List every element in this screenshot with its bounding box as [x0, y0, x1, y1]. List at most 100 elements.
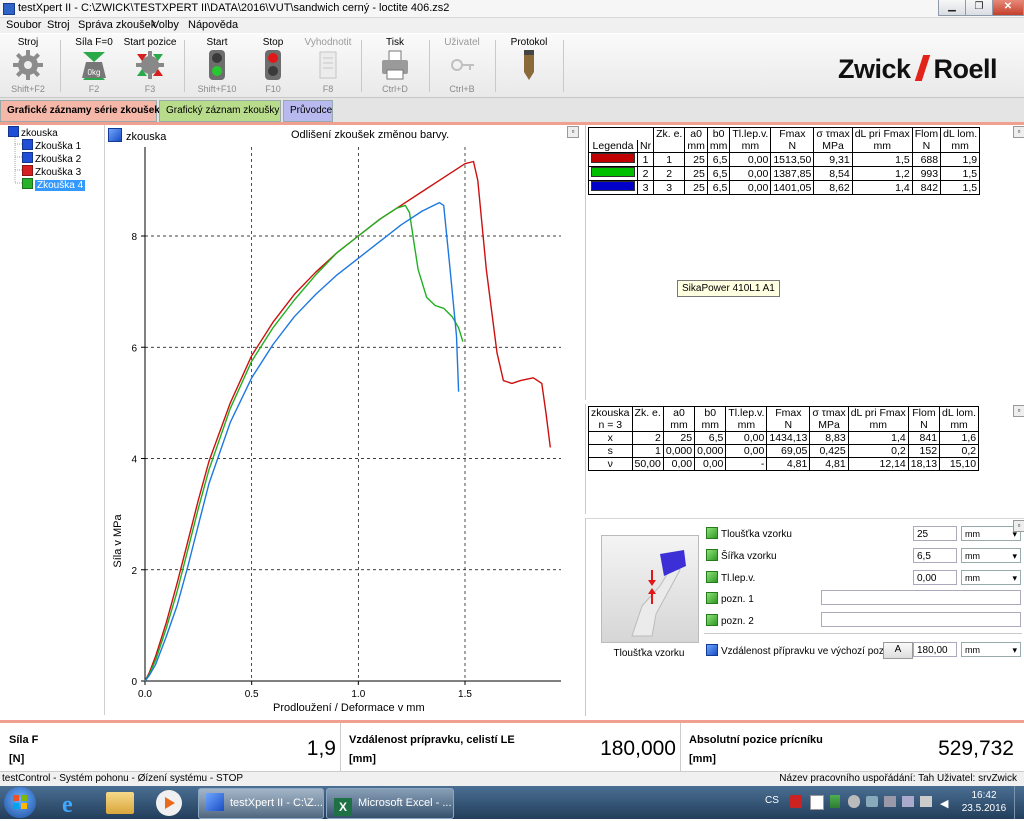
stats-cell: 2: [631, 431, 664, 445]
restore-button[interactable]: ❐: [965, 0, 993, 16]
readout-value: 180,000: [600, 737, 676, 760]
adhesive-thickness-unit-select[interactable]: mm: [961, 570, 1021, 585]
tree-item-test-2[interactable]: Zkouška 2: [22, 152, 81, 165]
results-cell: 3: [653, 180, 686, 195]
logo-slash: [914, 55, 930, 81]
thickness-unit-select[interactable]: mm: [961, 526, 1021, 541]
results-row[interactable]: 3 3 25 6,5 0,00 1401,05 8,62 1,4 842 1,5: [588, 180, 981, 195]
antivirus-tray-icon[interactable]: [790, 795, 802, 808]
toolbar-user-button[interactable]: Uživatel Ctrl+B: [432, 34, 492, 96]
taskbar-item-testxpert[interactable]: testXpert II - C:\Z...: [198, 788, 324, 819]
results-row[interactable]: 2 2 25 6,5 0,00 1387,85 8,54 1,2 993 1,5: [588, 166, 981, 181]
parameter-cube-icon: [706, 614, 718, 626]
width-input[interactable]: 6,5: [913, 548, 957, 563]
start-button[interactable]: [4, 787, 36, 818]
menu-soubor[interactable]: Soubor: [6, 19, 41, 31]
apply-distance-button[interactable]: A: [883, 642, 913, 659]
toolbar-force-zero-button[interactable]: Síla F=0 0kg F2: [64, 34, 124, 96]
results-header-cell: [588, 127, 638, 140]
stats-cell: 0,00: [725, 444, 768, 458]
stats-unit-cell: mm: [694, 419, 727, 432]
window-title: testXpert II - C:\ZWICK\TESTXPERT II\DAT…: [18, 2, 450, 14]
results-cell: 2: [636, 166, 655, 181]
toolbar-separator: [563, 40, 564, 92]
parameter-cube-icon: [706, 549, 718, 561]
note-1-input[interactable]: [821, 590, 1021, 605]
display-tray-icon[interactable]: [866, 796, 878, 807]
stats-unit-cell: mm: [662, 419, 696, 432]
toolbar-evaluate-button[interactable]: Vyhodnotit F8: [298, 34, 358, 96]
results-unit-cell: MPa: [813, 140, 853, 153]
force-deformation-chart[interactable]: 0.0 0.5 1.0 1.5 0 2 4 6 8: [105, 125, 581, 717]
clock-time[interactable]: 16:42: [964, 790, 1004, 801]
thickness-input[interactable]: 25: [913, 526, 957, 541]
minimize-button[interactable]: ▁: [938, 0, 966, 16]
stats-row: x 2 25 6,5 0,00 1434,13 8,83 1,4 841 1,6: [588, 431, 980, 445]
show-desktop-button[interactable]: [1014, 786, 1024, 819]
toolbar-start-button[interactable]: Start Shift+F10: [187, 34, 247, 96]
menu-napoveda[interactable]: Nápověda: [188, 19, 238, 31]
results-cell: 993: [911, 166, 942, 181]
stats-cell: 0,000: [694, 444, 727, 458]
tab-series-graphs[interactable]: Grafické záznamy série zkoušek: [0, 100, 160, 122]
tab-wizard[interactable]: Průvodce: [283, 100, 333, 122]
tab-single-graph[interactable]: Grafický záznam zkoušky: [159, 100, 281, 122]
internet-explorer-icon[interactable]: e: [56, 789, 86, 818]
panel-options-button[interactable]: ▫: [1013, 520, 1024, 532]
x-axis-label: Prodloužení / Deformace v mm: [273, 702, 425, 714]
param-label: pozn. 1: [721, 594, 754, 605]
weight-zero-icon: 0kg: [82, 52, 106, 80]
tree-item-test-4[interactable]: Zkouška 4: [22, 178, 86, 191]
stats-cell: 152: [907, 444, 941, 458]
legend-cell: [588, 152, 638, 167]
flag-tray-icon[interactable]: [810, 795, 824, 810]
printer-icon: [382, 50, 408, 80]
language-indicator[interactable]: CS: [765, 795, 779, 806]
network-tray-icon[interactable]: [884, 796, 896, 807]
width-unit-select[interactable]: mm: [961, 548, 1021, 563]
adhesive-thickness-input[interactable]: 0,00: [913, 570, 957, 585]
toolbar-print-button[interactable]: Tisk Ctrl+D: [365, 34, 425, 96]
results-cell: 842: [911, 180, 942, 195]
fixture-distance-input[interactable]: 180,00: [913, 642, 957, 657]
panel-options-button[interactable]: ▫: [567, 126, 579, 138]
tree-item-test-3[interactable]: Zkouška 3: [22, 165, 81, 178]
toolbar-machine-button[interactable]: Stroj Shift+F2: [0, 34, 58, 96]
stats-unit-cell: mm: [847, 419, 909, 432]
panel-options-button[interactable]: ▫: [1013, 405, 1024, 417]
power-tray-icon[interactable]: [920, 796, 932, 807]
media-player-icon[interactable]: [156, 790, 182, 816]
toolbar-start-position-button[interactable]: Start pozice F3: [120, 34, 180, 96]
taskbar-item-excel[interactable]: X Microsoft Excel - ...: [326, 788, 454, 819]
readout-unit: [mm]: [349, 753, 376, 765]
graph-panel: 0.0 0.5 1.0 1.5 0 2 4 6 8 zkouska Odlišení zkouš…: [105, 125, 581, 717]
tree-item-test-1[interactable]: Zkouška 1: [22, 139, 81, 152]
tab-label: Grafické záznamy série zkoušek: [7, 105, 160, 116]
stats-cell: 841: [907, 431, 941, 445]
menu-volby[interactable]: Volby: [152, 19, 179, 31]
fixture-distance-unit-select[interactable]: mm: [961, 642, 1021, 657]
chart-grid: [145, 147, 561, 681]
toolbar-stop-button[interactable]: Stop F10: [243, 34, 303, 96]
stats-unit-cell: [631, 419, 664, 432]
monitor-tray-icon[interactable]: [902, 796, 914, 807]
clock-date[interactable]: 23.5.2016: [958, 803, 1010, 814]
results-row[interactable]: 1 1 25 6,5 0,00 1513,50 9,31 1,5 688 1,9: [588, 152, 981, 167]
arrows-tray-icon[interactable]: [830, 795, 840, 808]
param-label-fixture-distance: Vzdálenost přípravku ve výchozí pozici: [706, 644, 893, 657]
volume-icon[interactable]: ◀: [940, 797, 948, 810]
logo-text-right: Roell: [933, 54, 998, 84]
usb-tray-icon[interactable]: [848, 795, 860, 808]
file-explorer-icon[interactable]: [106, 792, 134, 814]
stats-unit-cell: N: [766, 419, 811, 432]
toolbar-protocol-button[interactable]: Protokol: [499, 34, 559, 96]
menu-sprava-zkousek[interactable]: Správa zkoušek: [78, 19, 156, 31]
close-button[interactable]: ✕: [992, 0, 1024, 16]
toolbar-shortcut: F8: [322, 84, 334, 94]
note-2-input[interactable]: [821, 612, 1021, 627]
panel-options-button[interactable]: ▫: [1013, 126, 1024, 138]
stats-cell: 1434,13: [766, 431, 811, 445]
menu-stroj[interactable]: Stroj: [47, 19, 70, 31]
parameter-cube-icon: [706, 527, 718, 539]
material-tooltip: SikaPower 410L1 A1: [677, 280, 780, 297]
